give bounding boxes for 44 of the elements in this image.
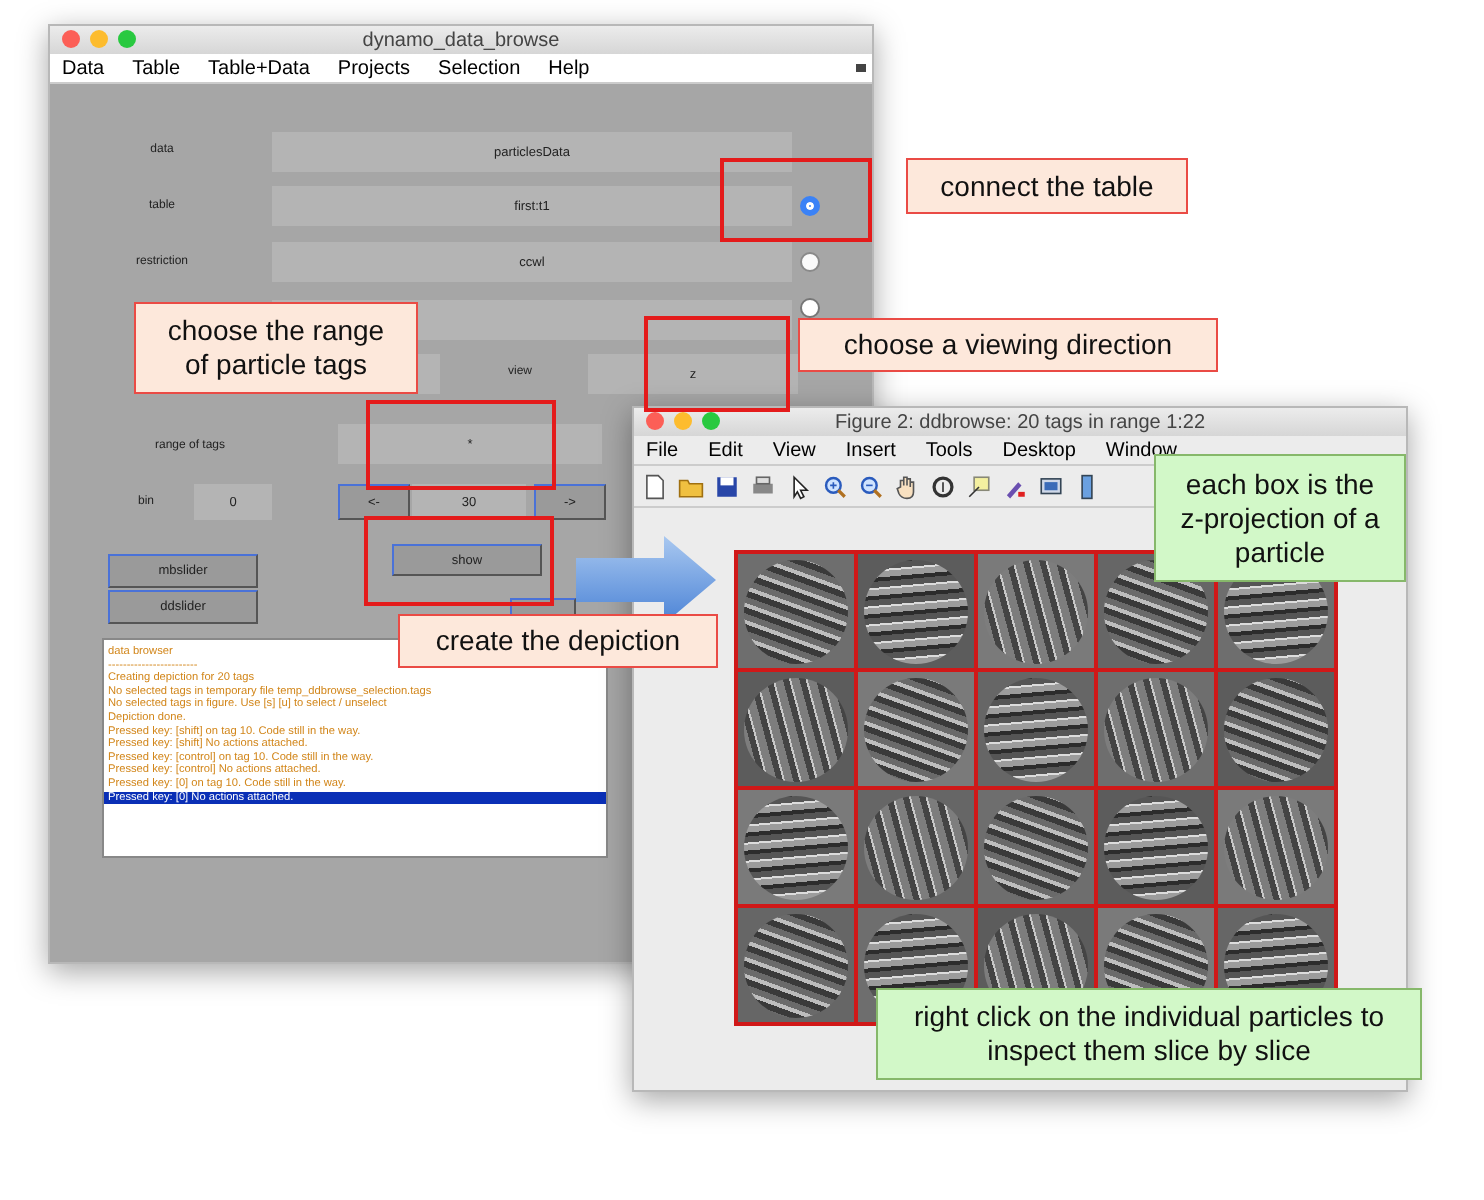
- callout-tooltip: each box is the z-projection of a particle: [1154, 454, 1406, 582]
- radio-button[interactable]: [800, 196, 820, 216]
- menu-item[interactable]: Data: [62, 57, 105, 79]
- menu-item[interactable]: Help: [548, 57, 590, 79]
- callout-tooltip: connect the table: [906, 158, 1188, 214]
- menu-item[interactable]: Edit: [708, 439, 743, 461]
- save-icon[interactable]: [714, 473, 740, 499]
- particle-image[interactable]: [1098, 672, 1214, 786]
- particle-image[interactable]: [1098, 790, 1214, 904]
- radio-button[interactable]: [800, 252, 820, 272]
- particle-image[interactable]: [738, 554, 854, 668]
- menu-item[interactable]: Insert: [845, 439, 896, 461]
- window-title: Figure 2: ddbrowse: 20 tags in range 1:22: [834, 411, 1206, 433]
- particle-image[interactable]: [978, 554, 1094, 668]
- particle-image[interactable]: [1218, 790, 1334, 904]
- menu-item[interactable]: Projects: [337, 57, 411, 79]
- callout-tooltip: choose the range of particle tags: [134, 302, 418, 394]
- hand-icon[interactable]: [894, 473, 920, 499]
- window-title: dynamo_data_browse: [362, 29, 560, 51]
- zoom-in-icon[interactable]: [822, 473, 848, 499]
- radio-button[interactable]: [800, 298, 820, 318]
- menu-item[interactable]: Tools: [925, 439, 973, 461]
- particle-image[interactable]: [978, 672, 1094, 786]
- zoom-out-icon[interactable]: [858, 473, 884, 499]
- particle-image[interactable]: [858, 790, 974, 904]
- menu-item[interactable]: Desktop: [1002, 439, 1076, 461]
- new-file-icon[interactable]: [642, 473, 668, 499]
- particle-image[interactable]: [738, 790, 854, 904]
- particle-image[interactable]: [738, 908, 854, 1022]
- particle-image[interactable]: [738, 672, 854, 786]
- menu-item[interactable]: Table: [132, 57, 181, 79]
- data-cursor-icon[interactable]: [966, 473, 992, 499]
- callout-tooltip: choose a viewing direction: [798, 318, 1218, 372]
- particle-image[interactable]: [858, 672, 974, 786]
- print-icon[interactable]: [750, 473, 776, 499]
- menu-item[interactable]: Table+Data: [208, 57, 310, 79]
- menu-item[interactable]: View: [772, 439, 816, 461]
- callout-tooltip: create the depiction: [398, 614, 718, 668]
- particle-image[interactable]: [858, 554, 974, 668]
- menu-item[interactable]: Selection: [438, 57, 521, 79]
- menu-item[interactable]: File: [646, 439, 679, 461]
- callout-tooltip: right click on the individual particles to inspect them slice by slice: [876, 988, 1422, 1080]
- particle-image[interactable]: [1218, 672, 1334, 786]
- particle-image[interactable]: [978, 790, 1094, 904]
